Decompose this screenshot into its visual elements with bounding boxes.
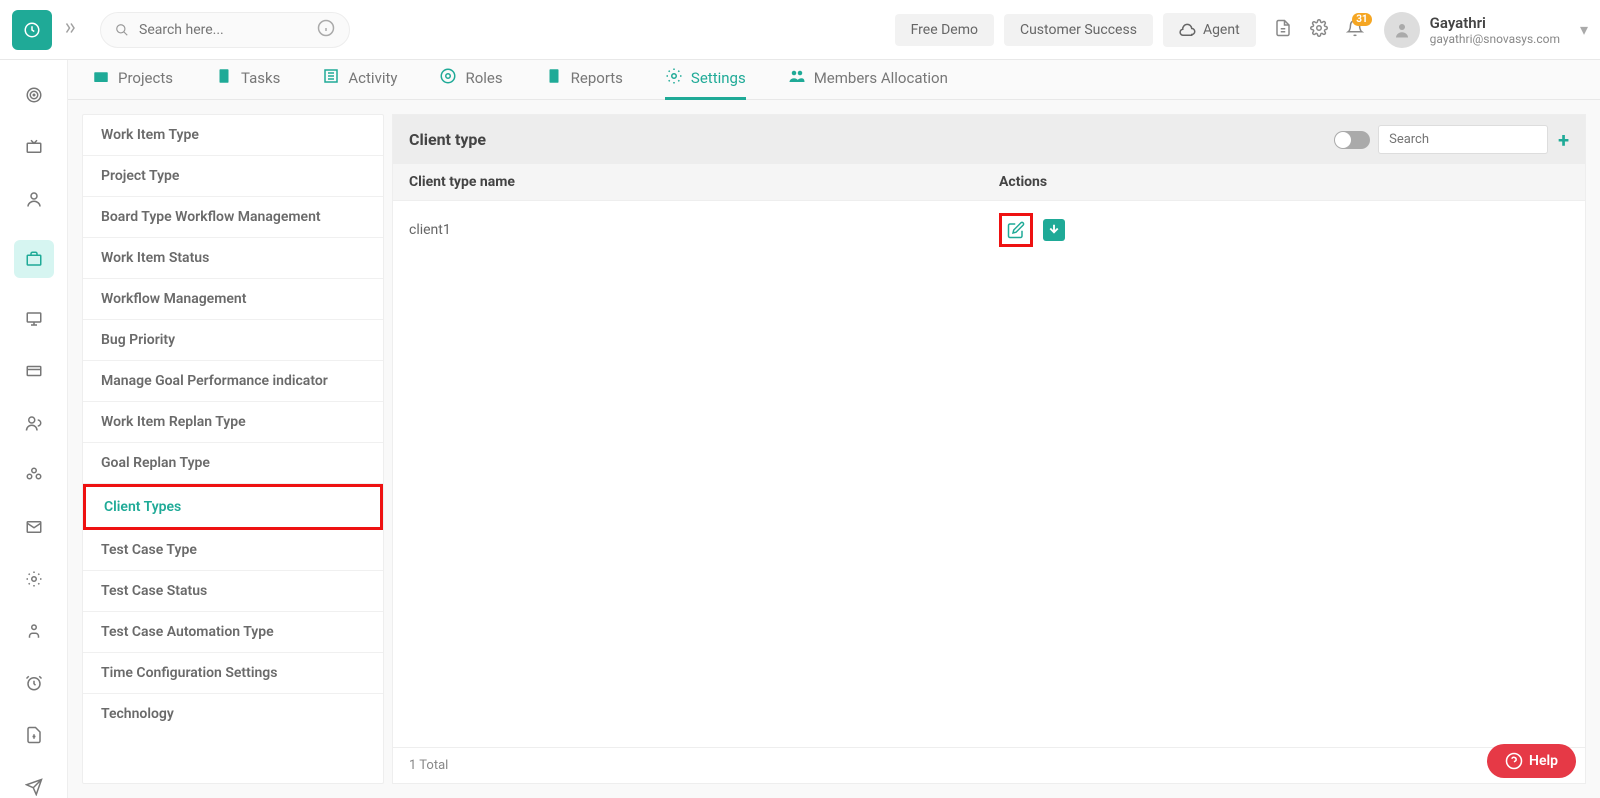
- rail-monitor-icon[interactable]: [22, 308, 46, 330]
- rail-send-icon[interactable]: [22, 776, 46, 798]
- settings-item-workflow-mgmt[interactable]: Workflow Management: [83, 279, 383, 320]
- free-demo-button[interactable]: Free Demo: [895, 14, 994, 46]
- agent-button[interactable]: Agent: [1163, 13, 1256, 47]
- search-icon: [115, 21, 129, 39]
- notifications-icon[interactable]: 31: [1346, 19, 1364, 41]
- settings-item-test-automation[interactable]: Test Case Automation Type: [83, 612, 383, 653]
- rail-mail-icon[interactable]: [22, 516, 46, 538]
- people-icon: [788, 67, 806, 89]
- rail-tv-icon[interactable]: [22, 136, 46, 158]
- briefcase-icon: [92, 67, 110, 89]
- panel-title: Client type: [409, 130, 486, 149]
- settings-item-time-config[interactable]: Time Configuration Settings: [83, 653, 383, 694]
- settings-item-test-case-type[interactable]: Test Case Type: [83, 530, 383, 571]
- chevron-down-icon: ▾: [1580, 20, 1588, 39]
- tab-roles[interactable]: Roles: [439, 60, 502, 100]
- table-row: client1: [393, 201, 1585, 259]
- cog-icon: [665, 67, 683, 89]
- agent-label: Agent: [1203, 22, 1240, 38]
- tab-activity[interactable]: Activity: [322, 60, 397, 100]
- user-email: gayathri@snovasys.com: [1430, 32, 1560, 46]
- settings-sidebar: Work Item Type Project Type Board Type W…: [82, 114, 384, 784]
- table-footer: 1 Total: [393, 747, 1585, 783]
- settings-item-board-workflow[interactable]: Board Type Workflow Management: [83, 197, 383, 238]
- sidebar-expand-toggle[interactable]: [62, 19, 80, 41]
- help-button[interactable]: Help: [1487, 744, 1576, 778]
- tab-settings-label: Settings: [691, 69, 746, 87]
- list-icon: [322, 67, 340, 89]
- search-input[interactable]: [139, 22, 317, 38]
- rail-team-icon[interactable]: [22, 464, 46, 486]
- panel-search-input[interactable]: [1378, 125, 1548, 154]
- rail-person-icon[interactable]: [22, 188, 46, 210]
- settings-item-replan-type[interactable]: Work Item Replan Type: [83, 402, 383, 443]
- tab-tasks[interactable]: Tasks: [215, 60, 280, 100]
- column-header-actions: Actions: [999, 174, 1569, 190]
- rail-profile-icon[interactable]: [22, 620, 46, 642]
- cloud-icon: [1179, 21, 1197, 39]
- settings-gear-icon[interactable]: [1310, 19, 1328, 41]
- tab-tasks-label: Tasks: [241, 69, 280, 87]
- rail-invoice-icon[interactable]: [22, 724, 46, 746]
- tab-projects-label: Projects: [118, 69, 173, 87]
- rail-card-icon[interactable]: [22, 360, 46, 382]
- add-button[interactable]: +: [1558, 128, 1569, 152]
- row-name: client1: [409, 222, 999, 238]
- report-icon: [545, 67, 563, 89]
- user-name: Gayathri: [1430, 14, 1560, 32]
- help-icon: [1505, 752, 1523, 770]
- settings-item-goal-perf[interactable]: Manage Goal Performance indicator: [83, 361, 383, 402]
- rail-alarm-icon[interactable]: [22, 672, 46, 694]
- settings-item-goal-replan[interactable]: Goal Replan Type: [83, 443, 383, 484]
- tab-members[interactable]: Members Allocation: [788, 60, 948, 100]
- info-icon: [317, 19, 335, 41]
- document-icon[interactable]: [1274, 19, 1292, 41]
- clipboard-icon: [215, 67, 233, 89]
- column-header-name: Client type name: [409, 174, 999, 190]
- settings-item-work-item-type[interactable]: Work Item Type: [83, 115, 383, 156]
- settings-item-test-case-status[interactable]: Test Case Status: [83, 571, 383, 612]
- notification-badge: 31: [1352, 13, 1371, 26]
- rail-briefcase-icon[interactable]: [14, 240, 54, 278]
- customer-success-button[interactable]: Customer Success: [1004, 14, 1153, 46]
- tab-roles-label: Roles: [465, 69, 502, 87]
- avatar: [1384, 12, 1420, 48]
- tab-reports-label: Reports: [571, 69, 623, 87]
- tab-settings[interactable]: Settings: [665, 60, 746, 100]
- tab-reports[interactable]: Reports: [545, 60, 623, 100]
- tab-members-label: Members Allocation: [814, 69, 948, 87]
- tab-activity-label: Activity: [348, 69, 397, 87]
- gear-icon: [439, 67, 457, 89]
- rail-target-icon[interactable]: [22, 84, 46, 106]
- app-logo[interactable]: [12, 10, 52, 50]
- settings-item-technology[interactable]: Technology: [83, 694, 383, 734]
- archive-toggle[interactable]: [1334, 131, 1370, 149]
- archive-button[interactable]: [1043, 219, 1065, 241]
- tab-projects[interactable]: Projects: [92, 60, 173, 100]
- settings-item-project-type[interactable]: Project Type: [83, 156, 383, 197]
- settings-item-client-types[interactable]: Client Types: [83, 484, 383, 530]
- global-search[interactable]: [100, 12, 350, 48]
- help-label: Help: [1529, 753, 1558, 769]
- rail-users-icon[interactable]: [22, 412, 46, 434]
- rail-gear-icon[interactable]: [22, 568, 46, 590]
- edit-button[interactable]: [999, 213, 1033, 247]
- user-menu[interactable]: Gayathri gayathri@snovasys.com ▾: [1384, 12, 1588, 48]
- settings-item-work-item-status[interactable]: Work Item Status: [83, 238, 383, 279]
- settings-item-bug-priority[interactable]: Bug Priority: [83, 320, 383, 361]
